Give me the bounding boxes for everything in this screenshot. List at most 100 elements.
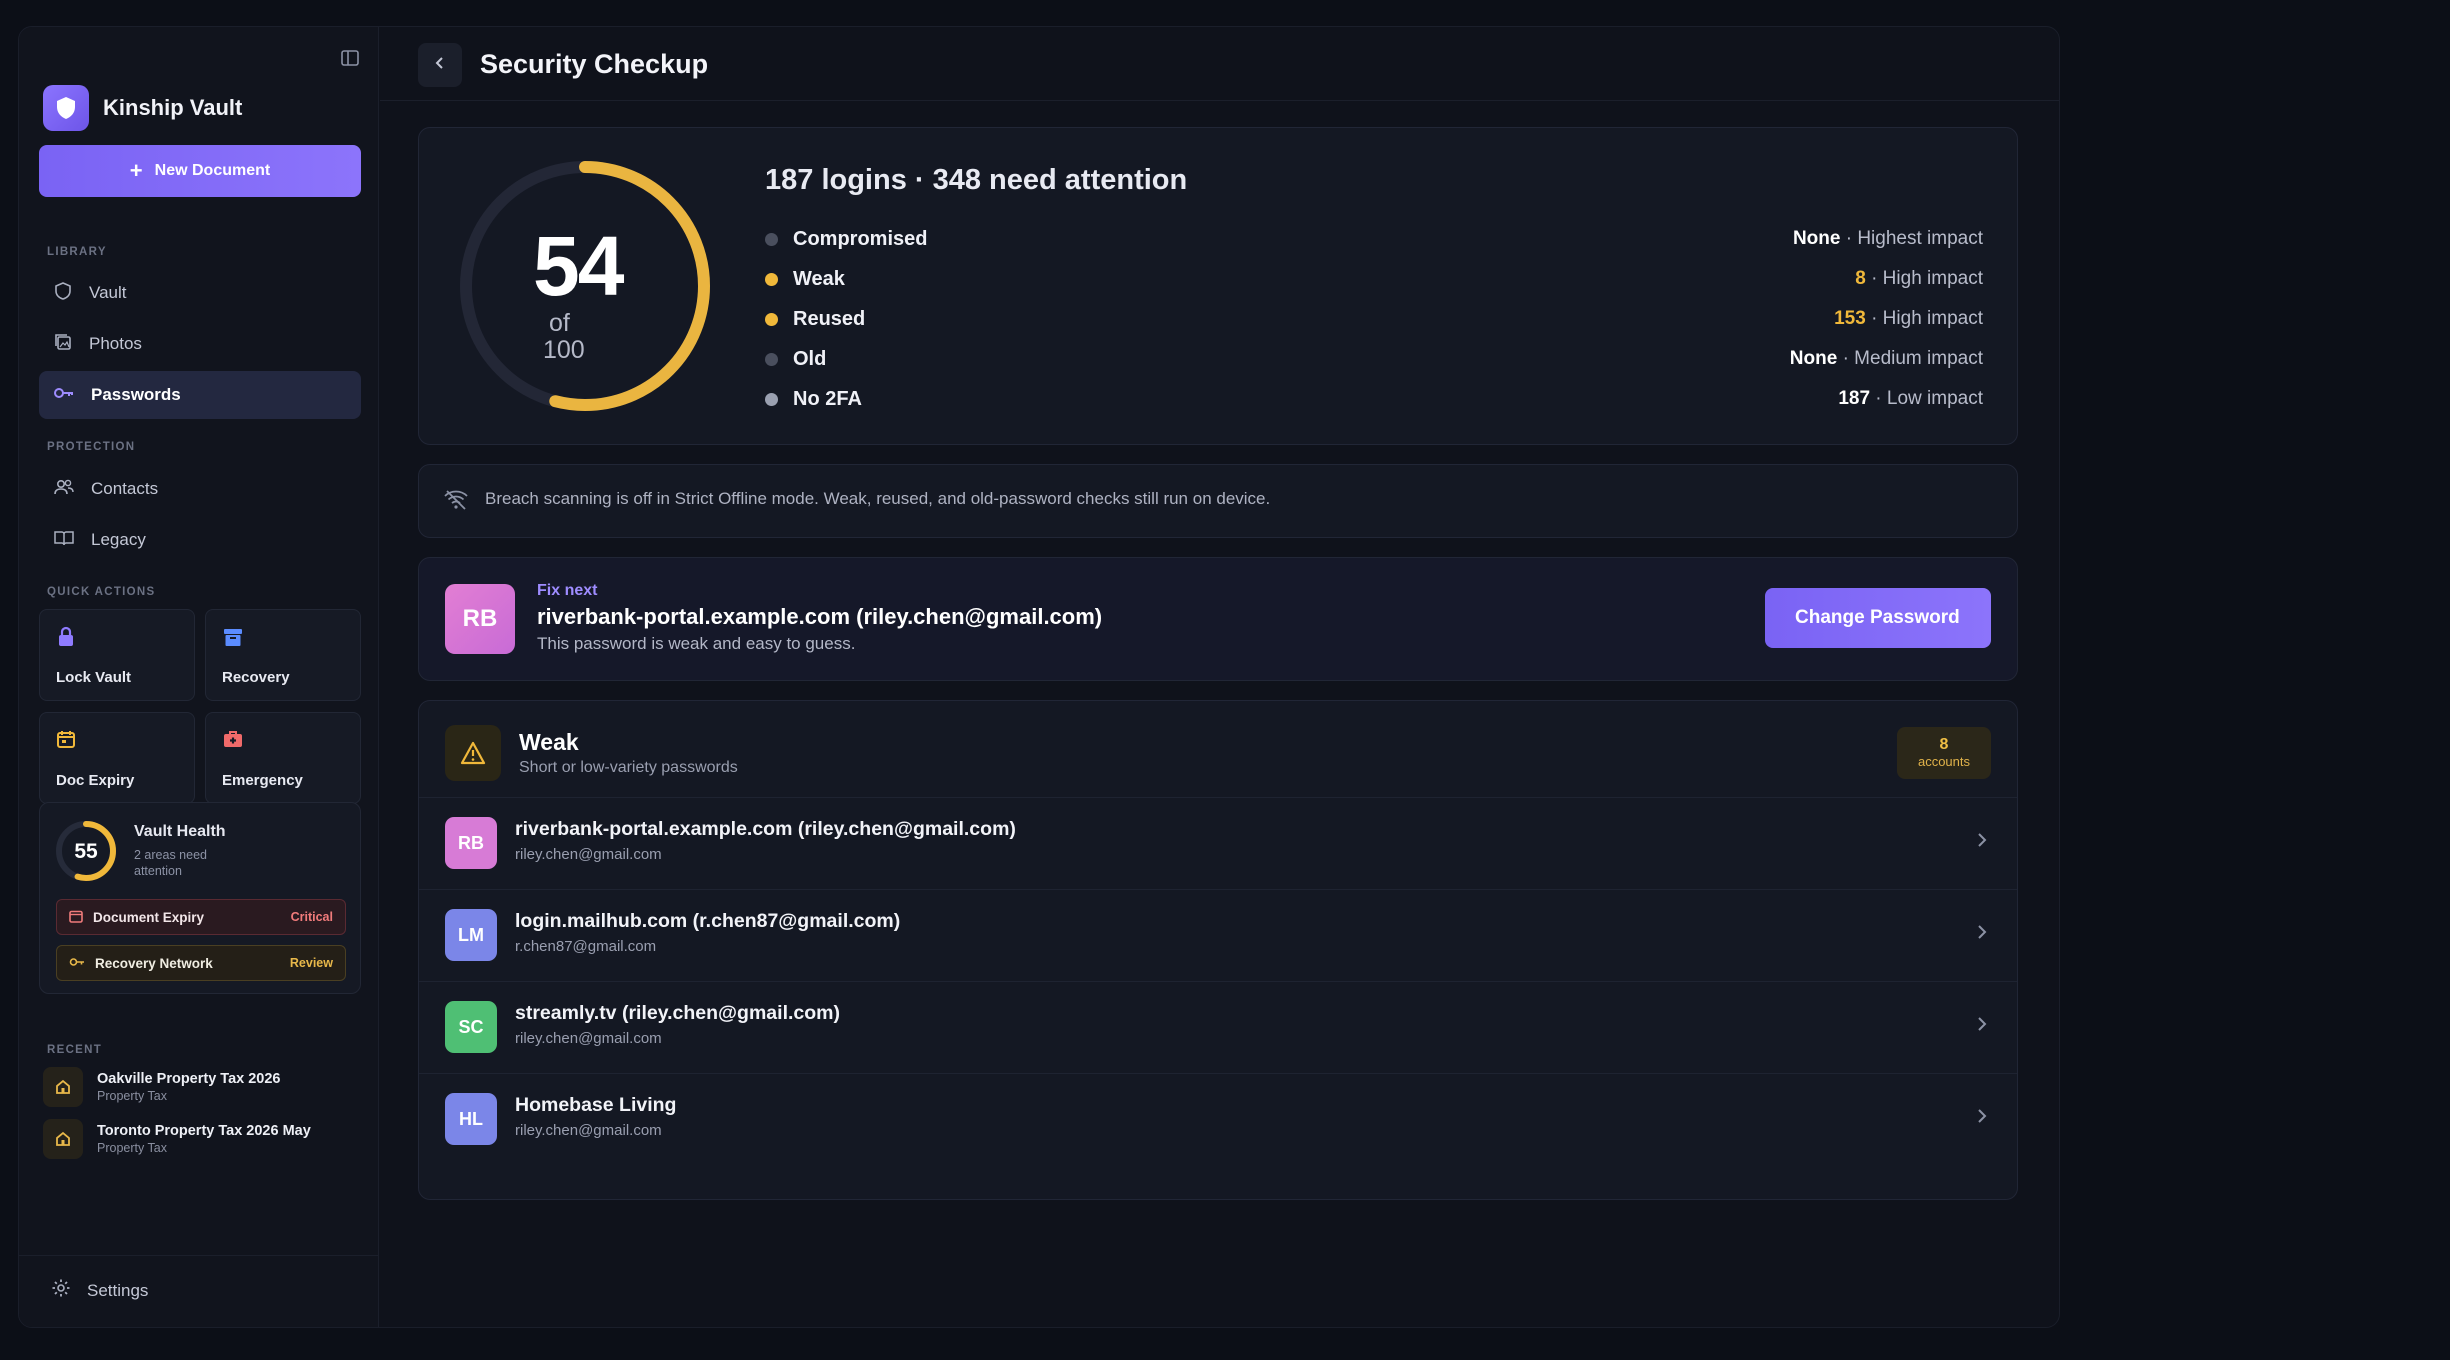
accounts-count: 8 xyxy=(1939,736,1949,753)
risk-row-compromised[interactable]: Compromised None · Highest impact xyxy=(765,224,1983,254)
page-title: Security Checkup xyxy=(480,49,709,79)
account-title: streamly.tv (riley.chen@gmail.com) xyxy=(515,1002,840,1024)
vault-health-card[interactable]: 55 Vault Health 2 areas need attention D… xyxy=(39,802,361,994)
status-dot xyxy=(765,312,778,326)
avatar: SC xyxy=(445,1001,497,1053)
risk-count: 187 xyxy=(1838,388,1871,409)
sidebar-item-vault[interactable]: Vault xyxy=(39,269,361,317)
risk-name: Compromised xyxy=(793,227,928,250)
notice-text: Breach scanning is off in Strict Offline… xyxy=(485,489,1271,508)
vault-health-title: Vault Health xyxy=(134,823,226,840)
risk-row-weak[interactable]: Weak 8 · High impact xyxy=(765,264,1983,294)
vault-health-ring: 55 xyxy=(56,821,116,881)
risk-count: 8 xyxy=(1855,268,1866,289)
risk-impact-label: · Medium impact xyxy=(1842,348,1983,369)
security-score-value: 54 xyxy=(533,219,624,313)
security-score-panel: 54 of 100 187 logins · 348 need attentio… xyxy=(418,127,2018,445)
recent-section-label: RECENT xyxy=(47,1044,103,1056)
score-max: 100 xyxy=(543,336,585,364)
status-dot xyxy=(765,232,778,246)
quick-action-recovery[interactable]: Recovery xyxy=(205,609,361,701)
new-document-button[interactable]: + New Document xyxy=(39,145,361,197)
risk-impact: 187 · Low impact xyxy=(1838,388,1983,410)
fix-next-panel: RB Fix next riverbank-portal.example.com… xyxy=(418,557,2018,681)
sidebar-item-label: Photos xyxy=(89,334,142,353)
sidebar-item-contacts[interactable]: Contacts xyxy=(39,465,361,513)
app-window: Kinship Vault + New Document LIBRARY Vau… xyxy=(18,26,2060,1328)
book-icon xyxy=(53,528,75,553)
accounts-count-badge: 8 accounts xyxy=(1897,727,1991,779)
vault-health-score: 55 xyxy=(74,840,98,863)
quick-action-label: Emergency xyxy=(222,772,303,789)
quick-action-emergency[interactable]: Emergency xyxy=(205,712,361,804)
account-email: r.chen87@gmail.com xyxy=(515,938,657,955)
risk-impact: None · Highest impact xyxy=(1793,228,1983,250)
account-row[interactable]: HL Homebase Living riley.chen@gmail.com xyxy=(419,1073,2017,1165)
weak-group-title: Weak xyxy=(519,729,579,755)
health-row-label: Recovery Network xyxy=(95,955,213,971)
risk-name: Weak xyxy=(793,267,845,290)
quick-action-doc-expiry[interactable]: Doc Expiry xyxy=(39,712,195,804)
weak-group-subtitle: Short or low-variety passwords xyxy=(519,759,738,776)
change-password-button[interactable]: Change Password xyxy=(1765,588,1991,648)
risk-row-no-2fa[interactable]: No 2FA 187 · Low impact xyxy=(765,384,1983,414)
account-row[interactable]: SC streamly.tv (riley.chen@gmail.com) rile… xyxy=(419,981,2017,1073)
health-row-recovery-network[interactable]: Recovery Network Review xyxy=(56,945,346,981)
sidebar-item-photos[interactable]: Photos xyxy=(39,320,361,368)
sidebar: Kinship Vault + New Document LIBRARY Vau… xyxy=(19,27,379,1327)
avatar: RB xyxy=(445,584,515,654)
shield-logo-icon xyxy=(43,85,89,131)
risk-name: Old xyxy=(793,347,827,370)
risk-impact-label: · Low impact xyxy=(1875,388,1983,409)
health-row-document-expiry[interactable]: Document Expiry Critical xyxy=(56,899,346,935)
quick-action-lock-vault[interactable]: Lock Vault xyxy=(39,609,195,701)
recent-item-subtitle: Property Tax xyxy=(97,1141,167,1155)
sidebar-item-legacy[interactable]: Legacy xyxy=(39,516,361,564)
sidebar-item-passwords[interactable]: Passwords xyxy=(39,371,361,419)
home-icon xyxy=(43,1119,83,1159)
chevron-right-icon xyxy=(1977,1108,1987,1129)
recent-item[interactable]: Toronto Property Tax 2026 May Property T… xyxy=(43,1119,311,1159)
lock-icon xyxy=(56,626,76,652)
status-dot xyxy=(765,272,778,286)
fix-next-description: This password is weak and easy to guess. xyxy=(537,634,856,653)
app-name: Kinship Vault xyxy=(103,95,243,120)
weak-group-header: Weak Short or low-variety passwords 8 ac… xyxy=(419,701,2017,797)
brand: Kinship Vault xyxy=(43,85,242,131)
chevron-right-icon xyxy=(1977,832,1987,853)
risk-impact: 153 · High impact xyxy=(1834,308,1983,330)
key-icon xyxy=(53,383,75,408)
risk-row-reused[interactable]: Reused 153 · High impact xyxy=(765,304,1983,334)
quick-actions-section-label: QUICK ACTIONS xyxy=(47,586,156,598)
risk-row-old[interactable]: Old None · Medium impact xyxy=(765,344,1983,374)
risk-impact: None · Medium impact xyxy=(1790,348,1983,370)
avatar: LM xyxy=(445,909,497,961)
protection-section-label: PROTECTION xyxy=(47,441,136,453)
health-row-label: Document Expiry xyxy=(93,909,205,925)
plus-icon: + xyxy=(129,158,143,183)
library-section-label: LIBRARY xyxy=(47,246,107,258)
calendar-icon xyxy=(56,731,76,753)
vault-health-subtitle: 2 areas need attention xyxy=(134,848,207,878)
warning-icon xyxy=(445,725,501,781)
sidebar-item-label: Vault xyxy=(89,283,127,302)
quick-action-label: Lock Vault xyxy=(56,669,132,686)
recent-item[interactable]: Oakville Property Tax 2026 Property Tax xyxy=(43,1067,281,1107)
weak-passwords-group: Weak Short or low-variety passwords 8 ac… xyxy=(418,700,2018,1200)
chevron-right-icon xyxy=(1977,924,1987,945)
back-button[interactable] xyxy=(418,43,462,87)
account-email: riley.chen@gmail.com xyxy=(515,1030,662,1047)
home-icon xyxy=(43,1067,83,1107)
score-of-label: of xyxy=(549,309,570,337)
accounts-count-label: accounts xyxy=(1917,754,1971,769)
key-icon xyxy=(69,955,85,972)
risk-count: 153 xyxy=(1834,308,1866,329)
risk-name: No 2FA xyxy=(793,387,862,410)
settings-button[interactable]: Settings xyxy=(51,1278,148,1303)
new-document-label: New Document xyxy=(154,162,271,179)
recent-item-title: Oakville Property Tax 2026 xyxy=(97,1071,281,1087)
account-row[interactable]: LM login.mailhub.com (r.chen87@gmail.com)… xyxy=(419,889,2017,981)
account-row[interactable]: RB riverbank-portal.example.com (riley.ch… xyxy=(419,797,2017,889)
wifi-off-icon xyxy=(443,489,469,516)
sidebar-toggle-icon[interactable] xyxy=(335,43,365,73)
